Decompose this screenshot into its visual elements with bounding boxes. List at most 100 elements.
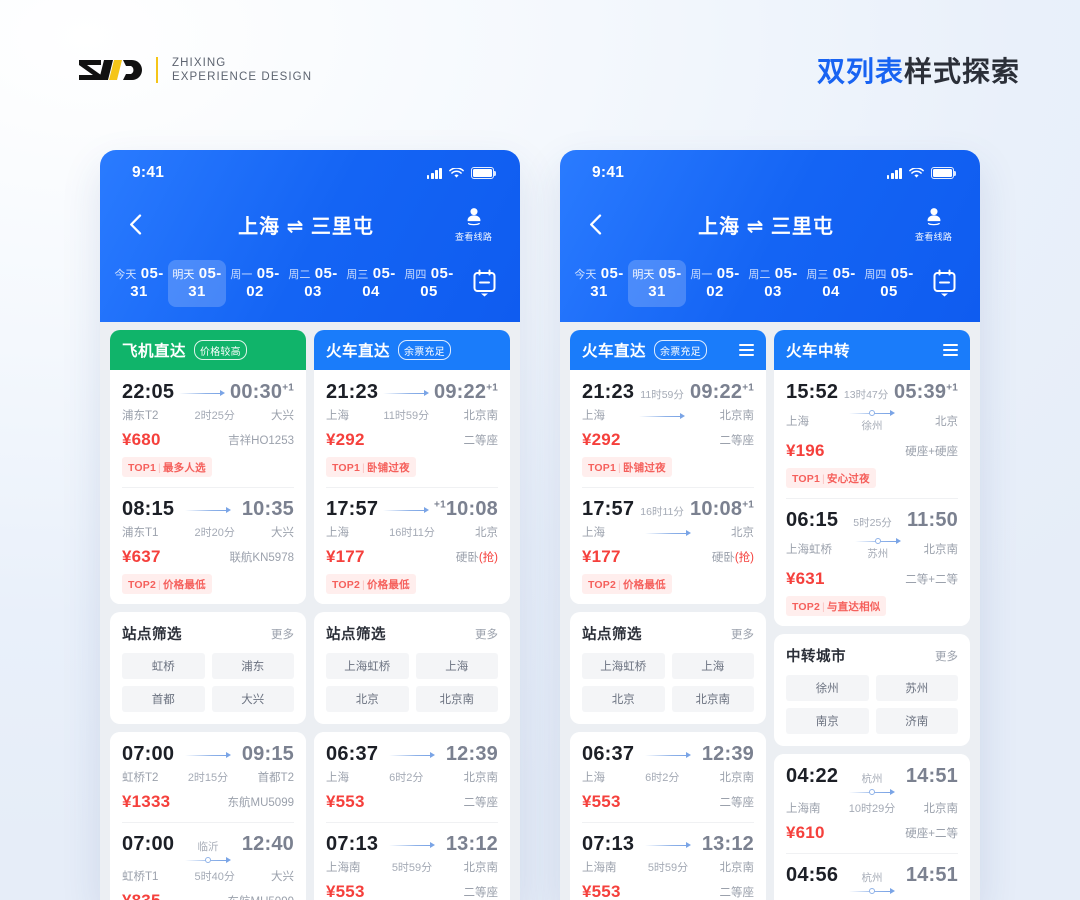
filter-chip-3[interactable]: 北京南: [415, 686, 498, 712]
brand-tagline: ZHIXING EXPERIENCE DESIGN: [172, 56, 312, 85]
departure-time: 04:22: [786, 765, 839, 787]
date-tab-1[interactable]: 明天 05-31: [628, 259, 686, 307]
trip-stations: 上海 6时2分 北京南: [582, 769, 754, 785]
trip-row[interactable]: 15:52 13时47分 05:39+1 上海 徐州 北京 ¥196 硬座+硬座…: [774, 370, 970, 498]
route-indicator: 临沂: [174, 839, 242, 865]
tab-header-b[interactable]: 火车中转: [774, 330, 970, 370]
filter-chip-1[interactable]: 苏州: [875, 675, 958, 701]
date-tab-4[interactable]: 周三 05-04: [802, 260, 860, 307]
date-tab-5[interactable]: 周四 05-05: [400, 260, 456, 307]
back-button[interactable]: [578, 207, 612, 241]
tab-menu-icon[interactable]: [739, 343, 754, 357]
date-tab-0[interactable]: 今天 05-31: [570, 260, 628, 307]
view-route-button[interactable]: 查看线路: [908, 206, 960, 243]
trip-row[interactable]: 17:57 16时11分 10:08+1 上海 北京 ¥177 硬卧(抢) TO…: [570, 487, 766, 604]
filter-chip-3[interactable]: 北京南: [671, 686, 754, 712]
date-tab-3[interactable]: 周二 05-03: [744, 260, 802, 307]
route-indicator: [605, 527, 731, 538]
station-filter-card: 中转城市 更多 徐州 苏州 南京 济南: [774, 634, 970, 746]
filter-chip-2[interactable]: 北京: [582, 686, 665, 712]
brand-line-2: EXPERIENCE DESIGN: [172, 71, 313, 83]
trip-row[interactable]: 06:37 12:39 上海 6时2分 北京南 ¥553 二等座: [314, 732, 510, 822]
trip-row[interactable]: 04:22 杭州 14:51 上海南 10时29分 北京南 ¥610 硬座+二等: [774, 754, 970, 853]
trip-row[interactable]: 07:00 09:15 虹桥T2 2时15分 首都T2 ¥1333 东航MU50…: [110, 732, 306, 822]
trip-row[interactable]: 06:37 12:39 上海 6时2分 北京南 ¥553 二等座: [570, 732, 766, 822]
date-tab-2[interactable]: 周一 05-02: [226, 260, 284, 307]
date-tab-0[interactable]: 今天 05-31: [110, 260, 168, 307]
filter-chip-0[interactable]: 徐州: [786, 675, 869, 701]
phone-top-blue-area: 9:41 上海 ⇌ 三里屯 查看线路 今天 05-31 明天 05-31 周一 …: [560, 150, 980, 322]
trip-stations: 上海 6时2分 北京南: [326, 769, 498, 785]
date-weekday: 周三: [806, 268, 829, 281]
route-indicator: [634, 750, 702, 760]
filter-chip-3[interactable]: 济南: [875, 708, 958, 734]
departure-time: 07:00: [122, 743, 175, 765]
back-button[interactable]: [118, 207, 152, 241]
trip-row[interactable]: 07:13 13:12 上海南 5时59分 北京南 ¥553 二等座: [570, 822, 766, 900]
date-tab-2[interactable]: 周一 05-02: [686, 260, 744, 307]
departure-station: 浦东T1: [122, 527, 159, 539]
brand-line-1: ZHIXING: [172, 56, 227, 69]
status-time: 9:41: [592, 164, 625, 181]
tab-header-b[interactable]: 火车直达 余票充足: [314, 330, 510, 370]
trip-row[interactable]: 17:57 +110:08 上海 16时11分 北京 ¥177 硬卧(抢) TO…: [314, 487, 510, 604]
tab-header-a[interactable]: 飞机直达 价格较高: [110, 330, 306, 370]
filter-chip-3[interactable]: 大兴: [211, 686, 294, 712]
date-selector-bar: 今天 05-31 明天 05-31 周一 05-02 周二 05-03 周三 0…: [100, 252, 520, 314]
trip-price-row: ¥553 二等座: [326, 792, 498, 812]
trip-row[interactable]: 21:23 11时59分 09:22+1 上海 北京南 ¥292 二等座 TOP…: [570, 370, 766, 487]
transfer-city: 苏州: [867, 548, 889, 560]
filter-more-link[interactable]: 更多: [935, 648, 958, 664]
filter-more-link[interactable]: 更多: [271, 626, 294, 642]
filter-chip-2[interactable]: 首都: [122, 686, 205, 712]
trip-row[interactable]: 07:13 13:12 上海南 5时59分 北京南 ¥553 二等座: [314, 822, 510, 900]
arrival-time: 09:22+1: [690, 381, 754, 403]
trip-row[interactable]: 04:56 杭州 14:51 上海南 5时40分 北京南 ¥610 硬座+二等: [774, 853, 970, 900]
filter-chip-2[interactable]: 北京: [326, 686, 409, 712]
trip-times: 07:13 13:12: [326, 833, 498, 856]
date-tab-5[interactable]: 周四 05-05: [860, 260, 916, 307]
tab-header-a[interactable]: 火车直达 余票充足: [570, 330, 766, 370]
departure-time: 06:15: [786, 509, 839, 531]
trip-row[interactable]: 22:05 00:30+1 浦东T2 2时25分 大兴 ¥680 吉祥HO125…: [110, 370, 306, 487]
trip-seat-or-flight: 二等座: [463, 797, 499, 809]
trip-row[interactable]: 06:15 5时25分 11:50 上海虹桥 苏州 北京南 ¥631 二等+二等…: [774, 498, 970, 626]
calendar-icon: [473, 269, 495, 297]
date-tab-4[interactable]: 周三 05-04: [342, 260, 400, 307]
filter-chip-1[interactable]: 上海: [415, 653, 498, 679]
route-indicator: [634, 840, 702, 850]
trip-card-group-bottom: 07:00 09:15 虹桥T2 2时15分 首都T2 ¥1333 东航MU50…: [110, 732, 306, 900]
date-tab-1[interactable]: 明天 05-31: [168, 259, 226, 307]
tab-and-cards: 火车直达 余票充足 21:23 11时59分 09:22+1 上海 北京南 ¥29…: [570, 330, 766, 604]
trip-price: ¥292: [326, 430, 365, 449]
filter-chip-1[interactable]: 上海: [671, 653, 754, 679]
filter-chip-0[interactable]: 上海虹桥: [326, 653, 409, 679]
trip-duration: 16时11分: [389, 527, 435, 539]
filter-chip-2[interactable]: 南京: [786, 708, 869, 734]
trip-card-group-bottom: 06:37 12:39 上海 6时2分 北京南 ¥553 二等座 07:13 1…: [314, 732, 510, 900]
route-arrow-icon: [185, 855, 231, 865]
date-list: 今天 05-31 明天 05-31 周一 05-02 周二 05-03 周三 0…: [570, 259, 916, 307]
departure-station: 上海南: [326, 862, 361, 874]
calendar-button[interactable]: [916, 269, 972, 297]
filter-chip-1[interactable]: 浦东: [211, 653, 294, 679]
tab-and-cards: 火车中转 15:52 13时47分 05:39+1 上海 徐州 北京 ¥196 …: [774, 330, 970, 626]
trip-row[interactable]: 08:15 10:35 浦东T1 2时20分 大兴 ¥637 联航KN5978 …: [110, 487, 306, 604]
trip-seat-or-flight: 二等+二等: [905, 574, 958, 586]
filter-chip-0[interactable]: 虹桥: [122, 653, 205, 679]
trip-seat-or-flight: 硬座+二等: [905, 828, 958, 840]
trip-row[interactable]: 21:23 09:22+1 上海 11时59分 北京南 ¥292 二等座 TOP…: [314, 370, 510, 487]
departure-station: 虹桥T1: [122, 871, 159, 883]
transfer-city: 杭州: [861, 872, 883, 884]
arrival-time: 13:12: [445, 833, 498, 855]
tab-menu-icon[interactable]: [943, 343, 958, 357]
trip-price-row: ¥553 二等座: [326, 882, 498, 900]
phone-content-area: 火车直达 余票充足 21:23 11时59分 09:22+1 上海 北京南 ¥29…: [560, 322, 980, 900]
calendar-button[interactable]: [456, 269, 512, 297]
filter-chip-0[interactable]: 上海虹桥: [582, 653, 665, 679]
view-route-button[interactable]: 查看线路: [448, 206, 500, 243]
filter-more-link[interactable]: 更多: [731, 626, 754, 642]
date-tab-3[interactable]: 周二 05-03: [284, 260, 342, 307]
trip-row[interactable]: 07:00 临沂 12:40 虹桥T1 5时40分 大兴 ¥835 东航MU50…: [110, 822, 306, 900]
filter-more-link[interactable]: 更多: [475, 626, 498, 642]
